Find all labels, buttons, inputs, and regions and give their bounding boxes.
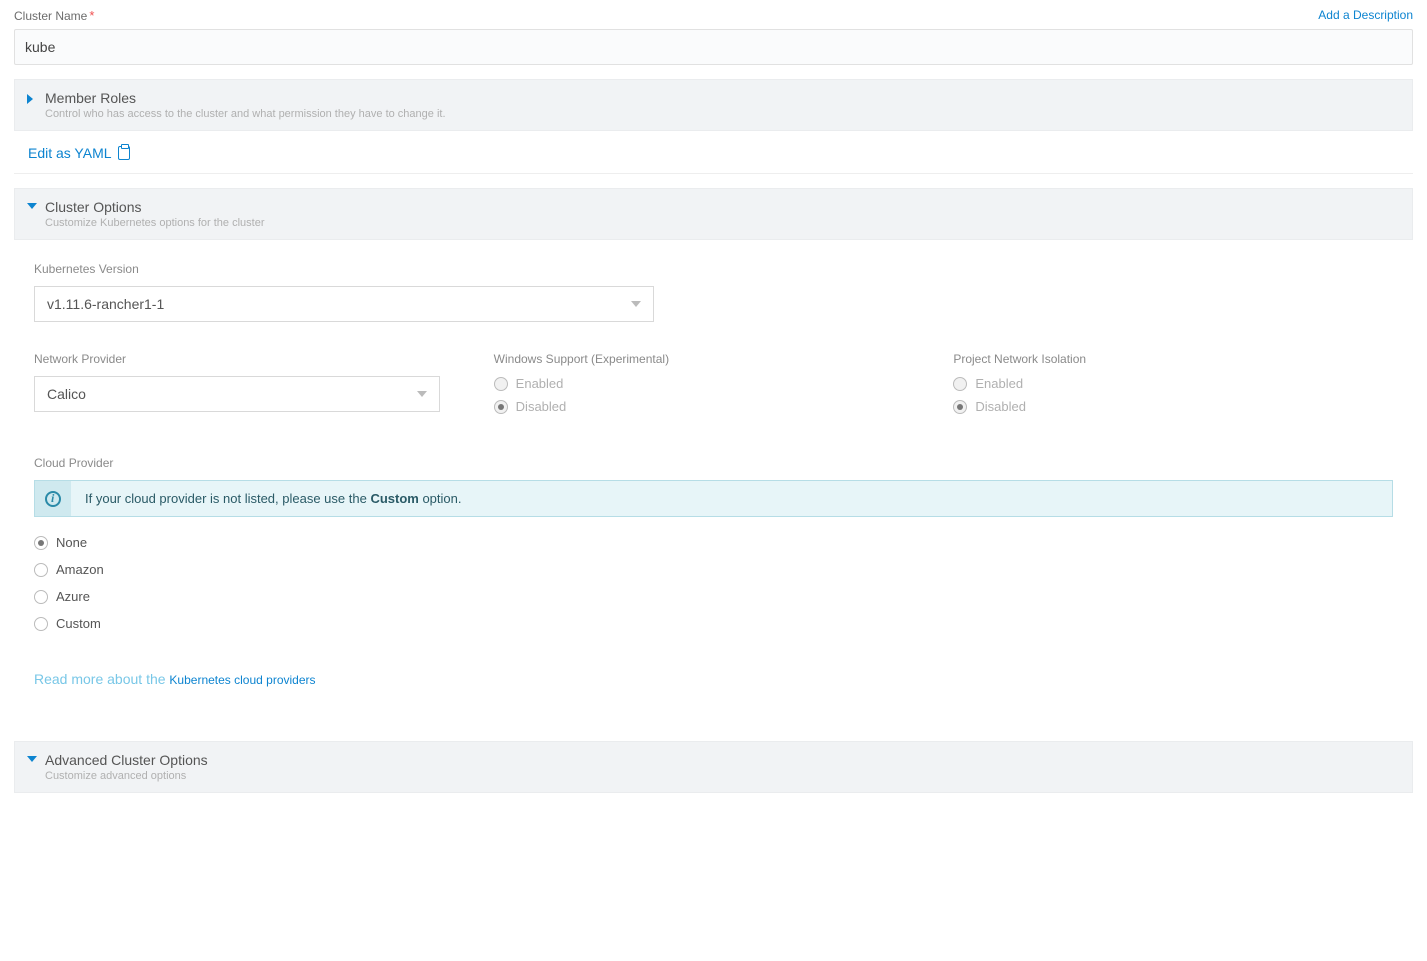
network-provider-select[interactable]: Calico bbox=[34, 376, 440, 412]
readmore-prefix: Read more about the bbox=[34, 671, 169, 687]
k8s-version-label: Kubernetes Version bbox=[34, 262, 1393, 276]
required-asterisk: * bbox=[89, 8, 94, 23]
kubernetes-cloud-providers-link[interactable]: Kubernetes cloud providers bbox=[169, 673, 315, 687]
project-isolation-label: Project Network Isolation bbox=[953, 352, 1393, 366]
caret-down-icon bbox=[27, 203, 37, 209]
network-provider-value: Calico bbox=[47, 386, 86, 402]
cloud-none-label: None bbox=[56, 535, 87, 550]
member-roles-header[interactable]: Member Roles Control who has access to t… bbox=[14, 79, 1413, 131]
cluster-options-body: Kubernetes Version v1.11.6-rancher1-1 Ne… bbox=[14, 240, 1413, 727]
advanced-options-subtitle: Customize advanced options bbox=[45, 770, 208, 782]
isolation-enabled-label: Enabled bbox=[975, 376, 1023, 391]
cloud-none-radio[interactable]: None bbox=[34, 535, 1393, 550]
isolation-enabled-radio: Enabled bbox=[953, 376, 1393, 391]
cloud-provider-info-text: If your cloud provider is not listed, pl… bbox=[71, 481, 475, 516]
cluster-name-input[interactable] bbox=[14, 29, 1413, 65]
chevron-down-icon bbox=[417, 391, 427, 397]
chevron-down-icon bbox=[631, 301, 641, 307]
network-provider-label: Network Provider bbox=[34, 352, 474, 366]
advanced-options-title: Advanced Cluster Options bbox=[45, 752, 208, 768]
advanced-options-header[interactable]: Advanced Cluster Options Customize advan… bbox=[14, 741, 1413, 793]
windows-disabled-label: Disabled bbox=[516, 399, 567, 414]
cloud-custom-radio[interactable]: Custom bbox=[34, 616, 1393, 631]
windows-disabled-radio: Disabled bbox=[494, 399, 934, 414]
info-icon bbox=[45, 491, 61, 507]
cluster-options-header[interactable]: Cluster Options Customize Kubernetes opt… bbox=[14, 188, 1413, 240]
windows-support-label: Windows Support (Experimental) bbox=[494, 352, 934, 366]
windows-enabled-label: Enabled bbox=[516, 376, 564, 391]
radio-icon bbox=[34, 590, 48, 604]
caret-right-icon bbox=[27, 94, 33, 104]
clipboard-icon bbox=[118, 146, 130, 160]
windows-enabled-radio: Enabled bbox=[494, 376, 934, 391]
cloud-amazon-label: Amazon bbox=[56, 562, 104, 577]
radio-icon bbox=[494, 400, 508, 414]
cloud-azure-label: Azure bbox=[56, 589, 90, 604]
cloud-azure-radio[interactable]: Azure bbox=[34, 589, 1393, 604]
k8s-version-value: v1.11.6-rancher1-1 bbox=[47, 296, 164, 312]
member-roles-title: Member Roles bbox=[45, 90, 446, 106]
k8s-version-select[interactable]: v1.11.6-rancher1-1 bbox=[34, 286, 654, 322]
caret-down-icon bbox=[27, 756, 37, 762]
radio-icon bbox=[34, 536, 48, 550]
radio-icon bbox=[494, 377, 508, 391]
cluster-options-title: Cluster Options bbox=[45, 199, 265, 215]
cloud-provider-info-banner: If your cloud provider is not listed, pl… bbox=[34, 480, 1393, 517]
member-roles-subtitle: Control who has access to the cluster an… bbox=[45, 108, 446, 120]
radio-icon bbox=[953, 400, 967, 414]
cloud-provider-label: Cloud Provider bbox=[34, 456, 1393, 470]
radio-icon bbox=[953, 377, 967, 391]
edit-as-yaml-link[interactable]: Edit as YAML bbox=[14, 145, 130, 161]
add-description-link[interactable]: Add a Description bbox=[1318, 8, 1413, 22]
isolation-disabled-radio: Disabled bbox=[953, 399, 1393, 414]
cluster-options-subtitle: Customize Kubernetes options for the clu… bbox=[45, 217, 265, 229]
cloud-custom-label: Custom bbox=[56, 616, 101, 631]
radio-icon bbox=[34, 563, 48, 577]
cloud-amazon-radio[interactable]: Amazon bbox=[34, 562, 1393, 577]
cluster-name-label: Cluster Name bbox=[14, 9, 87, 23]
edit-as-yaml-label: Edit as YAML bbox=[28, 145, 112, 161]
radio-icon bbox=[34, 617, 48, 631]
isolation-disabled-label: Disabled bbox=[975, 399, 1026, 414]
